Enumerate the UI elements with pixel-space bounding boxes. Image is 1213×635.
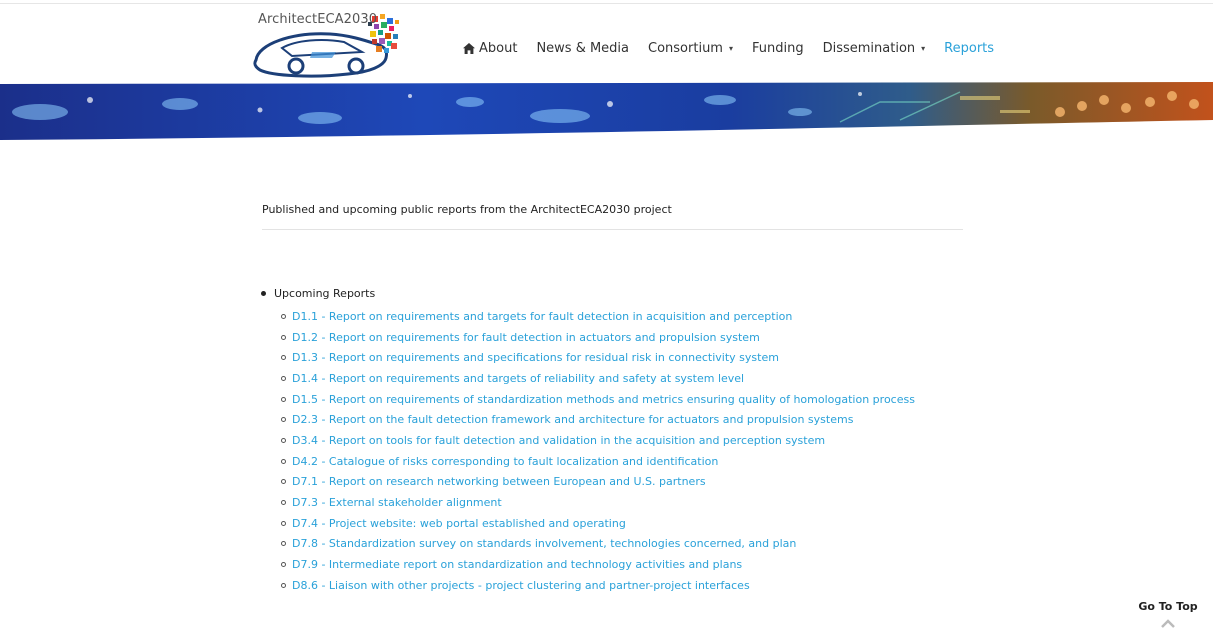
list-item: D7.8 - Standardization survey on standar… — [281, 534, 915, 555]
report-link-d7-3[interactable]: D7.3 - External stakeholder alignment — [292, 496, 502, 509]
nav-reports-label: Reports — [944, 40, 995, 56]
divider — [262, 229, 963, 230]
nav-news-media[interactable]: News & Media — [536, 41, 629, 56]
nav-dissemination-label: Dissemination — [822, 40, 916, 56]
go-to-top-label: Go To Top — [1138, 600, 1198, 613]
report-link-d1-2[interactable]: D1.2 - Report on requirements for fault … — [292, 331, 760, 344]
circle-bullet-icon — [281, 355, 286, 361]
list-item: D1.5 - Report on requirements of standar… — [281, 389, 915, 410]
nav-consortium-label: Consortium — [648, 40, 723, 56]
circle-bullet-icon — [281, 582, 286, 588]
bullet-icon — [261, 291, 266, 296]
circle-bullet-icon — [281, 541, 286, 547]
caret-down-icon: ▾ — [921, 43, 926, 53]
reports-section: Upcoming Reports D1.1 - Report on requir… — [258, 286, 915, 596]
circle-bullet-icon — [281, 334, 286, 340]
report-link-d1-1[interactable]: D1.1 - Report on requirements and target… — [292, 310, 792, 323]
list-item: D3.4 - Report on tools for fault detecti… — [281, 430, 915, 451]
page-intro: Published and upcoming public reports fr… — [262, 203, 672, 216]
report-link-d1-4[interactable]: D1.4 - Report on requirements and target… — [292, 372, 744, 385]
list-item: D2.3 - Report on the fault detection fra… — [281, 409, 915, 430]
report-link-d3-4[interactable]: D3.4 - Report on tools for fault detecti… — [292, 434, 825, 447]
list-item: D7.3 - External stakeholder alignment — [281, 492, 915, 513]
circle-bullet-icon — [281, 396, 286, 402]
section-heading: Upcoming Reports — [258, 286, 915, 301]
report-link-d1-5[interactable]: D1.5 - Report on requirements of standar… — [292, 393, 915, 406]
banner-image — [0, 82, 1213, 140]
list-item: D7.9 - Intermediate report on standardiz… — [281, 554, 915, 575]
circle-bullet-icon — [281, 520, 286, 526]
circle-bullet-icon — [281, 437, 286, 443]
top-border — [0, 0, 1213, 4]
chevron-up-icon — [1161, 619, 1175, 628]
site-logo[interactable]: ArchitectECA2030 — [252, 8, 412, 80]
list-item: D1.4 - Report on requirements and target… — [281, 368, 915, 389]
list-item: D1.3 - Report on requirements and specif… — [281, 347, 915, 368]
report-link-d7-8[interactable]: D7.8 - Standardization survey on standar… — [292, 537, 796, 550]
main-nav: About News & Media Consortium ▾ Funding … — [463, 38, 994, 58]
nav-funding[interactable]: Funding — [752, 41, 804, 56]
list-item: D4.2 - Catalogue of risks corresponding … — [281, 451, 915, 472]
circle-bullet-icon — [281, 500, 286, 506]
reports-list: D1.1 - Report on requirements and target… — [281, 306, 915, 596]
nav-about-label: About — [479, 40, 518, 56]
report-link-d2-3[interactable]: D2.3 - Report on the fault detection fra… — [292, 413, 853, 426]
logo-text: ArchitectECA2030 — [258, 12, 378, 27]
caret-down-icon: ▾ — [728, 43, 733, 53]
circuit-banner — [0, 82, 1213, 142]
report-link-d8-6[interactable]: D8.6 - Liaison with other projects - pro… — [292, 579, 750, 592]
nav-about[interactable]: About — [463, 41, 517, 56]
report-link-d7-1[interactable]: D7.1 - Report on research networking bet… — [292, 475, 706, 488]
report-link-d7-4[interactable]: D7.4 - Project website: web portal estab… — [292, 517, 626, 530]
report-link-d1-3[interactable]: D1.3 - Report on requirements and specif… — [292, 351, 779, 364]
nav-news-media-label: News & Media — [536, 40, 630, 56]
circle-bullet-icon — [281, 313, 286, 319]
nav-dissemination[interactable]: Dissemination ▾ — [823, 41, 926, 56]
list-item: D8.6 - Liaison with other projects - pro… — [281, 575, 915, 596]
report-link-d4-2[interactable]: D4.2 - Catalogue of risks corresponding … — [292, 455, 718, 468]
site-header: ArchitectECA2030 About News & Media Cons… — [0, 5, 1213, 83]
section-label: Upcoming Reports — [274, 287, 376, 300]
circle-bullet-icon — [281, 458, 286, 464]
nav-funding-label: Funding — [751, 40, 804, 56]
nav-consortium[interactable]: Consortium ▾ — [648, 41, 733, 56]
list-item: D7.4 - Project website: web portal estab… — [281, 513, 915, 534]
nav-reports[interactable]: Reports — [944, 41, 994, 56]
circle-bullet-icon — [281, 479, 286, 485]
circle-bullet-icon — [281, 562, 286, 568]
list-item: D1.1 - Report on requirements and target… — [281, 306, 915, 327]
home-icon — [463, 42, 475, 54]
list-item: D7.1 - Report on research networking bet… — [281, 472, 915, 493]
circle-bullet-icon — [281, 375, 286, 381]
list-item: D1.2 - Report on requirements for fault … — [281, 327, 915, 348]
report-link-d7-9[interactable]: D7.9 - Intermediate report on standardiz… — [292, 558, 742, 571]
go-to-top-button[interactable]: Go To Top — [1137, 600, 1199, 629]
circle-bullet-icon — [281, 417, 286, 423]
